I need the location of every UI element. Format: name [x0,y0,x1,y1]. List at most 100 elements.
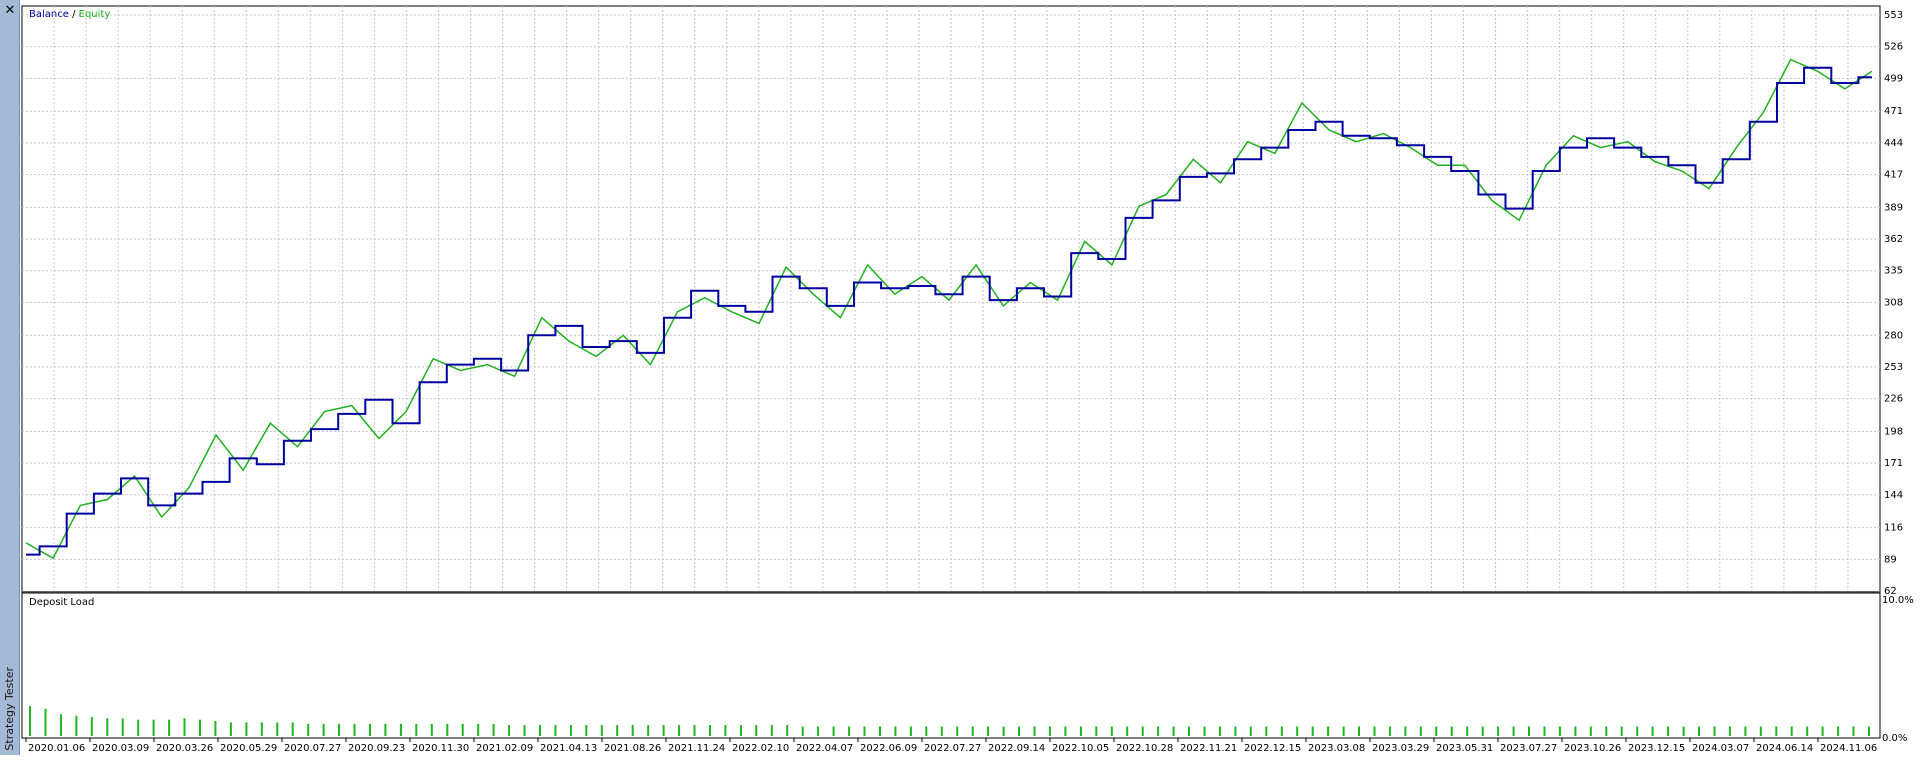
deposit-bar [569,725,572,736]
deposit-bar [1388,726,1391,736]
deposit-bar [1759,726,1762,736]
deposit-bar [1141,726,1144,736]
deposit-bar [168,719,171,736]
deposit-y-tick-label: 10.0% [1882,595,1914,606]
y-tick-label: 308 [1884,297,1903,308]
y-tick-label: 389 [1884,202,1903,213]
deposit-bar [90,717,93,736]
deposit-bar [894,726,897,736]
deposit-bar [1698,726,1700,736]
deposit-bar [1450,726,1453,736]
x-tick-label: 2024.11.06 [1820,743,1877,754]
deposit-bar [1095,726,1098,736]
x-tick-label: 2023.07.27 [1500,743,1557,754]
x-tick-label: 2021.08.26 [604,743,661,754]
deposit-bar [1126,726,1129,736]
deposit-bar [1728,726,1731,736]
deposit-bar [1574,726,1577,736]
deposit-bar [1775,726,1778,736]
deposit-bar [631,725,634,736]
deposit-bar [1543,726,1546,736]
deposit-bar [1636,726,1639,736]
deposit-bar [1651,726,1654,736]
deposit-bar [1667,726,1670,736]
deposit-bar [1218,726,1221,736]
deposit-bar [106,718,109,736]
deposit-bar [245,722,248,736]
y-tick-label: 444 [1884,138,1903,149]
deposit-bar [1110,726,1113,736]
deposit-bar [492,723,495,736]
deposit-bar [59,714,62,736]
deposit-bar [585,725,588,736]
deposit-bar [1497,726,1500,736]
deposit-bar [987,726,990,736]
deposit-bar [1620,726,1623,736]
deposit-bar [446,723,449,736]
x-tick-label: 2023.03.29 [1372,743,1429,754]
deposit-bar [1280,726,1283,736]
deposit-bar [1311,726,1314,736]
x-tick-label: 2023.12.15 [1628,743,1685,754]
x-tick-label: 2023.05.31 [1436,743,1493,754]
deposit-bar [508,725,511,736]
deposit-bar [755,725,758,736]
deposit-bar [1033,726,1036,736]
deposit-bar [1234,726,1237,736]
deposit-bar [1605,726,1608,736]
legend-balance-label: Balance [29,9,69,20]
deposit-bar [724,725,727,736]
x-tick-label: 2021.04.13 [540,743,597,754]
deposit-bar [600,725,603,736]
deposit-bar [1481,726,1484,736]
deposit-bar [477,723,480,736]
deposit-bar [1512,726,1515,736]
x-tick-label: 2020.05.29 [220,743,277,754]
x-tick-label: 2021.02.09 [476,743,533,754]
deposit-bar [1419,726,1422,736]
x-tick-label: 2022.02.10 [732,743,789,754]
x-tick-label: 2024.03.07 [1692,743,1749,754]
deposit-bar [415,723,418,736]
y-tick-label: 226 [1884,394,1903,405]
deposit-bar [322,723,325,736]
legend-equity-label: Equity [79,9,111,20]
deposit-bar [523,725,526,736]
deposit-bar [353,723,356,736]
y-tick-label: 89 [1884,554,1897,565]
y-tick-label: 499 [1884,73,1903,84]
deposit-bar [925,726,928,736]
deposit-bar [956,726,959,736]
deposit-bar [1852,726,1855,736]
x-tick-label: 2022.12.15 [1244,743,1301,754]
deposit-bar [75,715,78,736]
deposit-bar [817,726,820,736]
deposit-bar [1466,726,1469,736]
deposit-bar [1868,726,1870,736]
x-tick-label: 2022.10.05 [1052,743,1109,754]
deposit-bar [801,726,804,736]
deposit-bar [260,722,263,736]
x-tick-label: 2020.03.09 [92,743,149,754]
deposit-bar [940,726,943,736]
y-tick-label: 362 [1884,234,1903,245]
deposit-bar [183,718,186,736]
x-tick-label: 2021.11.24 [668,743,725,754]
deposit-bar [1249,726,1252,736]
x-tick-label: 2020.09.23 [348,743,405,754]
deposit-load-frame [21,592,1881,739]
y-tick-label: 335 [1884,266,1903,277]
x-axis: 2020.01.06 2020.03.09 2020.03.26 2020.05.29… [22,737,1880,754]
deposit-bar [879,726,881,736]
deposit-bar [137,719,140,736]
x-tick-label: 2020.07.27 [284,743,341,754]
deposit-bar [863,726,866,736]
y-tick-label: 144 [1884,490,1903,501]
deposit-bar [1342,726,1345,736]
deposit-bar [29,706,31,736]
deposit-bar [709,725,711,736]
deposit-bar [1002,726,1005,736]
deposit-bar [461,723,464,736]
deposit-bar [909,726,912,736]
y-tick-label: 280 [1884,330,1903,341]
